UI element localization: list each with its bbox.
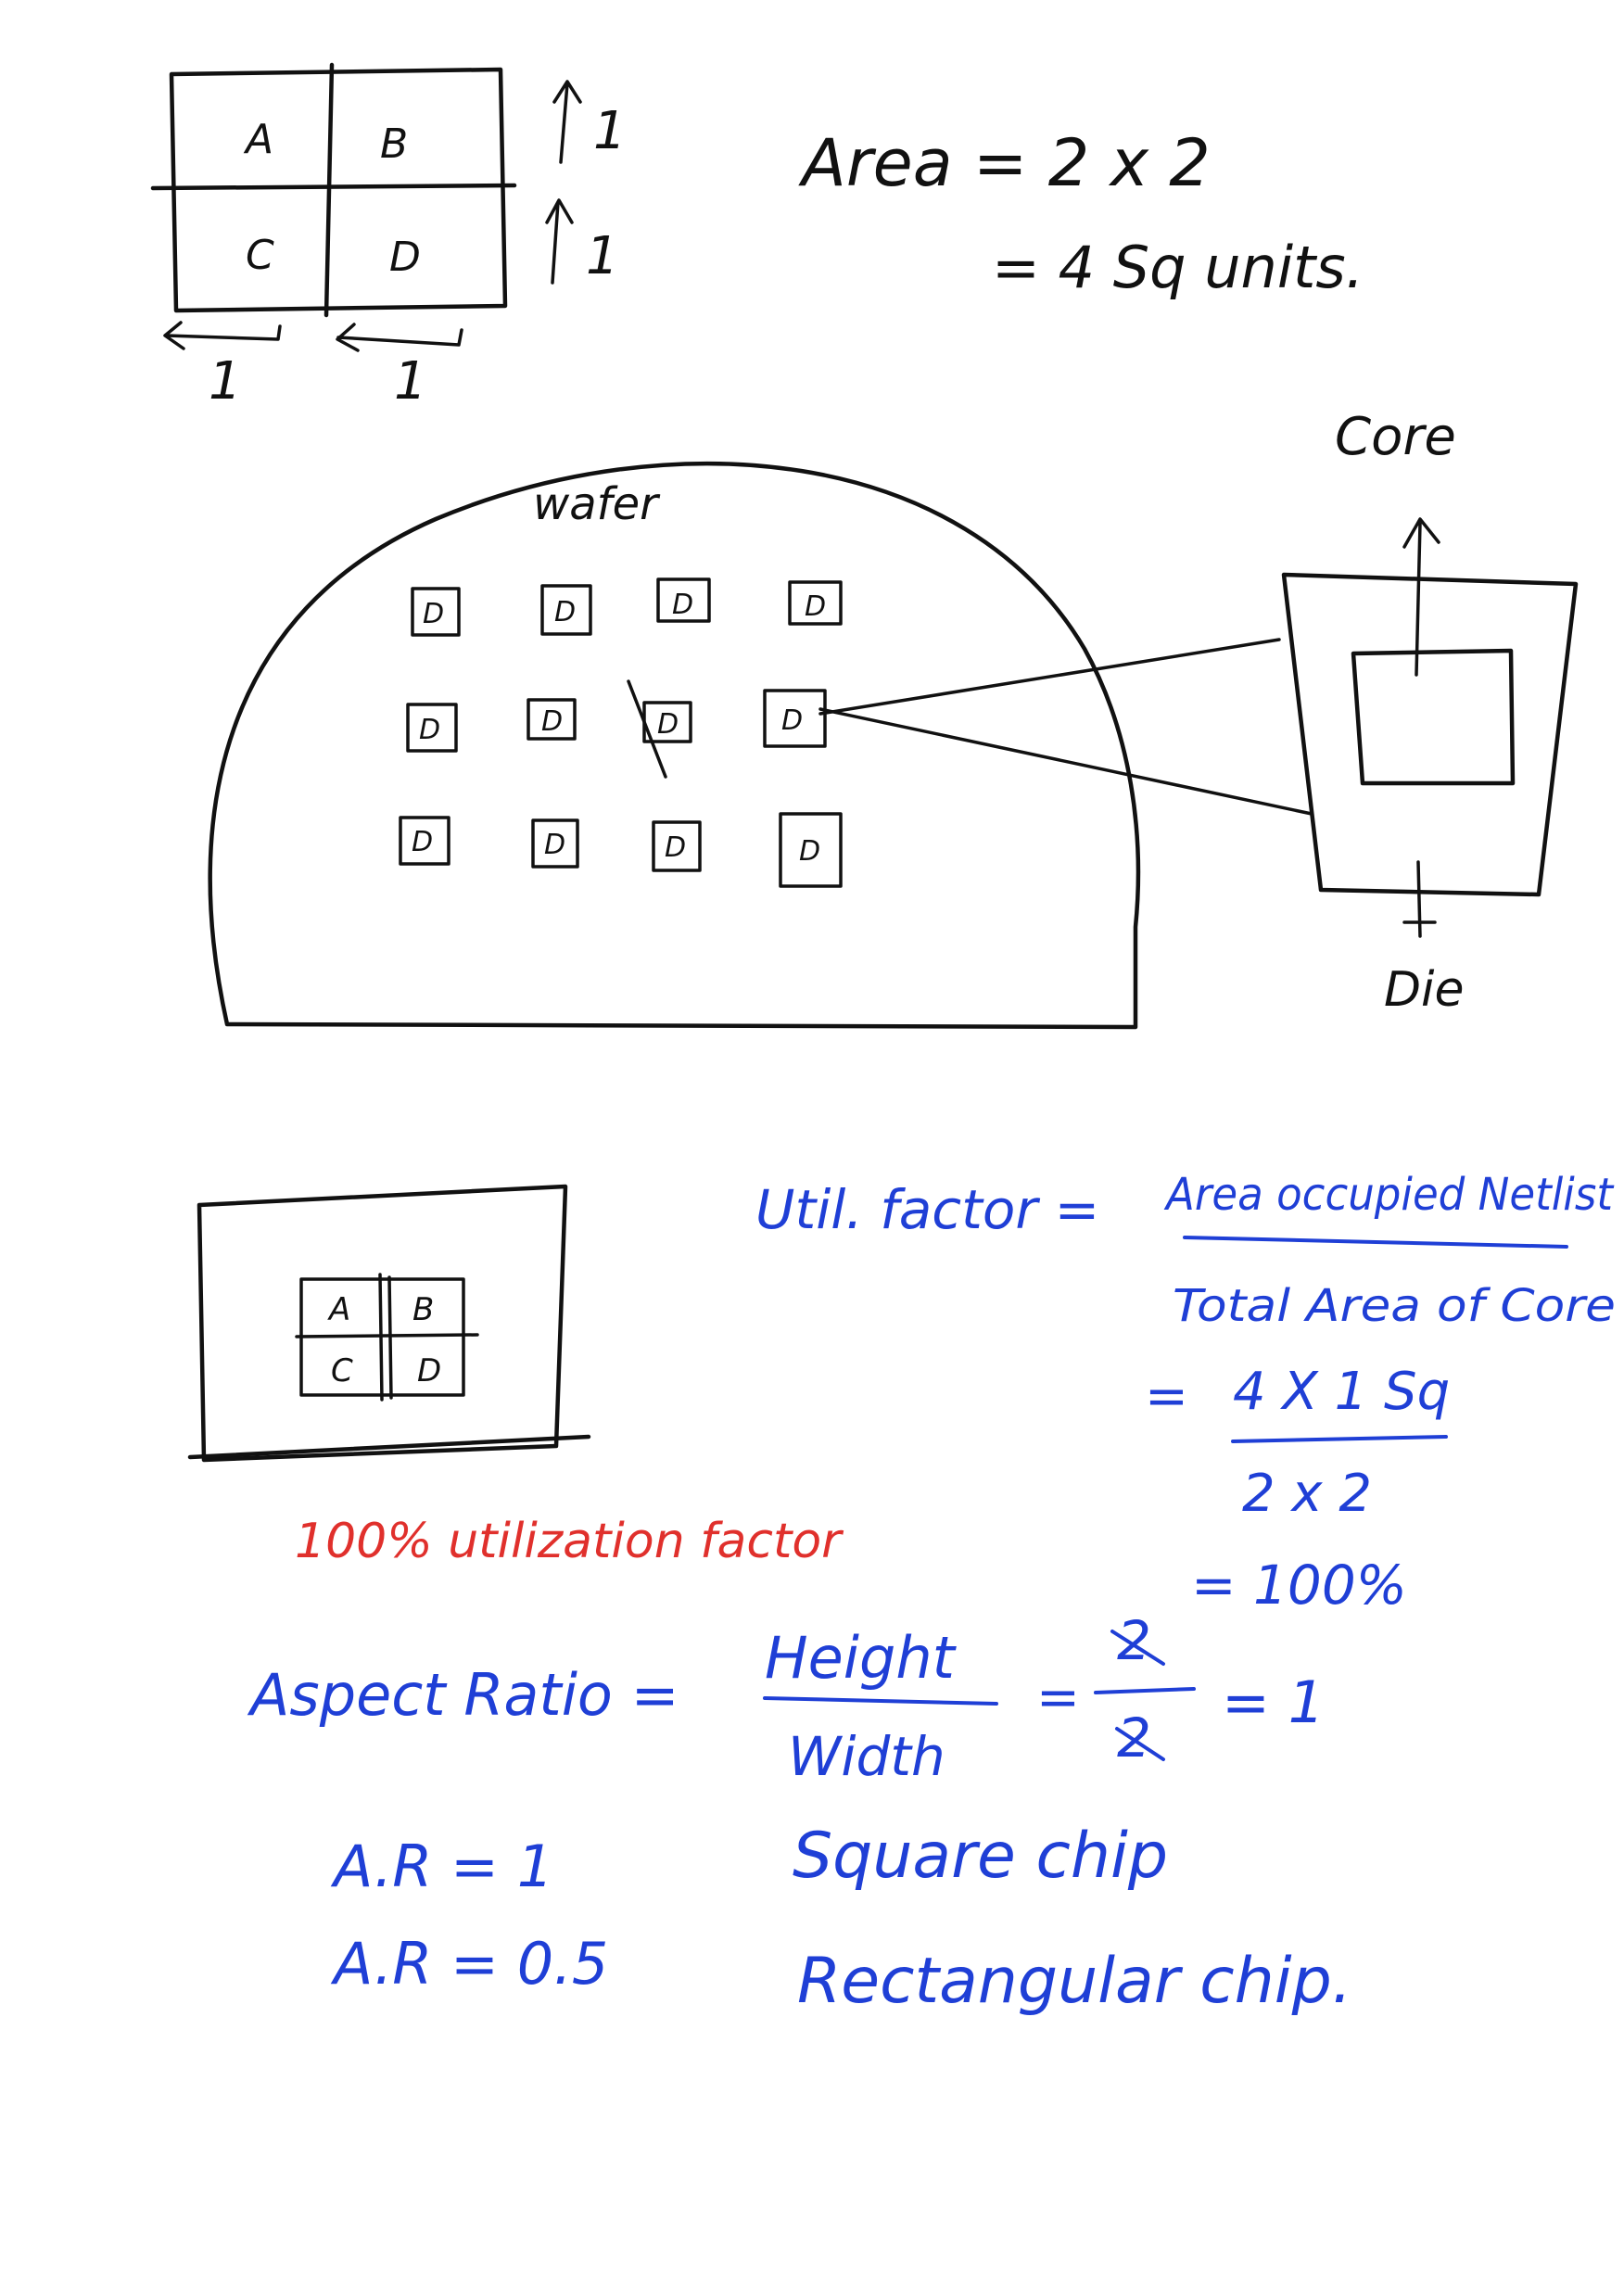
- utilization-caption: 100% utilization factor: [295, 1514, 844, 1569]
- die-mark: D: [554, 596, 576, 628]
- grid-cell-d: D: [389, 234, 421, 281]
- area-result: = 4 Sq units.: [992, 234, 1364, 301]
- util-fraction-bar: [1183, 1236, 1568, 1249]
- wafer-diagram: wafer D D D D D D D D D D D D Core Die: [208, 407, 1579, 1030]
- unit-grid: A B C D 1 1 1 1: [150, 62, 627, 412]
- util-eq2-numerator: 4 X 1 Sq: [1233, 1362, 1450, 1422]
- aspect-result: = 1: [1222, 1668, 1325, 1736]
- width-label-right: 1: [394, 351, 427, 412]
- util-denominator: Total Area of Core: [1173, 1280, 1616, 1332]
- aspect-value-fraction-bar: [1094, 1687, 1196, 1694]
- die-grid: D D D D D D D D D D D D: [399, 577, 843, 888]
- die-outline: [1281, 572, 1579, 897]
- aspect-value-numerator: 2: [1117, 1609, 1151, 1672]
- aspect-lhs: Aspect Ratio =: [247, 1661, 679, 1729]
- util-eq2-denominator: 2 x 2: [1242, 1464, 1372, 1524]
- wafer-outline: [208, 461, 1141, 1030]
- zoom-line-top: [818, 638, 1281, 716]
- netlist-cell-d: D: [417, 1352, 441, 1389]
- ar-rect-value: A.R = 0.5: [330, 1930, 608, 1998]
- ar-square-value: A.R = 1: [330, 1833, 553, 1900]
- grid-cell-c: C: [246, 232, 274, 279]
- core-label: Core: [1335, 407, 1456, 467]
- netlist-horizontal-divider: [295, 1333, 479, 1338]
- aspect-numerator: Height: [765, 1624, 958, 1692]
- grid-vertical-divider: [324, 62, 335, 318]
- die-mark: D: [805, 590, 826, 623]
- grid-cell-a: A: [243, 116, 273, 163]
- handwritten-notes-canvas: A B C D 1 1 1 1 Area = 2 x 2 = 4 Sq unit…: [150, 62, 1616, 2018]
- height-arrow-top: [552, 80, 582, 164]
- die-label: Die: [1384, 962, 1464, 1018]
- util-numerator: Area occupied Netlist: [1163, 1169, 1615, 1221]
- netlist-cell-c: C: [331, 1352, 353, 1389]
- width-arrow-right: [336, 323, 463, 352]
- ar-square-desc: Square chip: [793, 1820, 1168, 1893]
- wafer-label: wafer: [533, 478, 661, 530]
- die-mark: D: [781, 704, 803, 737]
- aspect-fraction-bar: [763, 1696, 998, 1706]
- netlist-cell-b: B: [412, 1291, 434, 1328]
- zoom-line-bottom: [818, 707, 1313, 816]
- util-result: = 100%: [1191, 1554, 1407, 1617]
- grid-horizontal-divider: [150, 183, 517, 191]
- grid-outline: [169, 67, 508, 313]
- util-factor-equation: Util. factor = Area occupied Netlist Tot…: [755, 1169, 1616, 1617]
- width-arrow-left: [163, 321, 282, 350]
- core-outline: [1351, 648, 1516, 786]
- floorplan-diagram: A B C D: [187, 1184, 591, 1463]
- util-lhs: Util. factor =: [755, 1178, 1099, 1241]
- die-mark: D: [423, 598, 444, 630]
- die-pointer: [1402, 860, 1437, 938]
- die-mark: D: [419, 714, 440, 746]
- die-mark: D: [672, 589, 693, 621]
- die-mark: D: [657, 708, 679, 741]
- whiteboard-page: A B C D 1 1 1 1 Area = 2 x 2 = 4 Sq unit…: [0, 0, 1624, 2296]
- die-mark: D: [799, 835, 820, 868]
- area-equation: Area = 2 x 2: [798, 125, 1211, 201]
- aspect-denominator: Width: [788, 1725, 945, 1788]
- die-mark: D: [665, 831, 686, 864]
- ar-rect-desc: Rectangular chip.: [797, 1945, 1351, 2018]
- die-mark: D: [412, 826, 433, 858]
- height-label-bottom: 1: [586, 226, 619, 286]
- aspect-equals: =: [1036, 1668, 1080, 1728]
- die-mark: D: [541, 705, 563, 738]
- height-label-top: 1: [593, 101, 627, 161]
- die-mark: D: [544, 829, 565, 861]
- height-arrow-bottom: [545, 198, 574, 285]
- aspect-ratio-equation: Aspect Ratio = Height Width = 2 2 = 1: [247, 1609, 1325, 1788]
- util-eq2-fraction-bar: [1231, 1435, 1448, 1443]
- width-label-left: 1: [209, 351, 242, 412]
- netlist-cell-a: A: [327, 1291, 350, 1328]
- util-eq2-sign: =: [1145, 1366, 1188, 1427]
- grid-cell-b: B: [380, 121, 408, 168]
